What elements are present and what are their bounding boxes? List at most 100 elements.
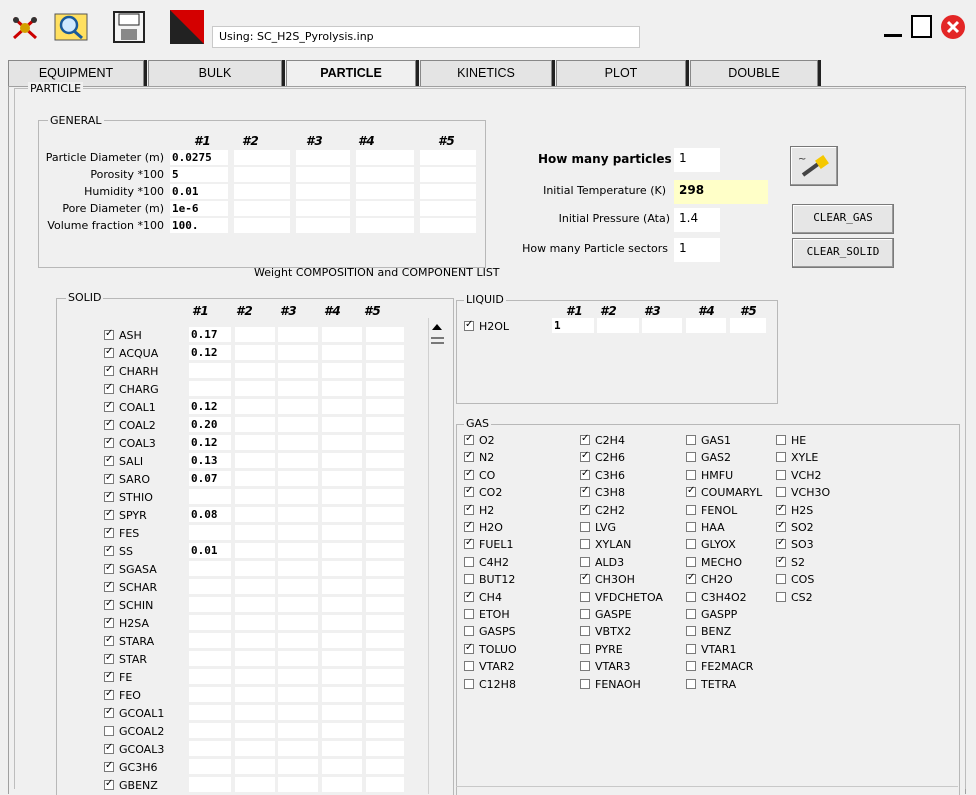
- gas-checkbox[interactable]: H2: [464, 503, 494, 517]
- solid-checkbox[interactable]: ASH: [104, 328, 142, 342]
- gas-checkbox[interactable]: BUT12: [464, 573, 515, 586]
- gas-checkbox[interactable]: SO2: [776, 520, 814, 534]
- general-cell[interactable]: [356, 150, 414, 165]
- solid-cell[interactable]: [366, 507, 404, 522]
- solid-cell[interactable]: [322, 615, 362, 630]
- solid-cell[interactable]: [366, 597, 404, 612]
- checkbox-icon[interactable]: [104, 634, 114, 646]
- checkbox-icon[interactable]: [104, 688, 114, 700]
- gas-checkbox[interactable]: FE2MACR: [686, 660, 753, 673]
- solid-cell[interactable]: [235, 453, 275, 468]
- gas-checkbox[interactable]: VCH2: [776, 469, 821, 482]
- solid-cell[interactable]: [366, 669, 404, 684]
- checkbox-icon[interactable]: [686, 644, 696, 654]
- solid-cell[interactable]: [278, 561, 318, 576]
- solid-cell[interactable]: [235, 633, 275, 648]
- solid-checkbox[interactable]: SCHIN: [104, 598, 153, 612]
- solid-checkbox[interactable]: STHIO: [104, 490, 153, 504]
- gas-checkbox[interactable]: COS: [776, 573, 814, 586]
- checkbox-icon[interactable]: [686, 592, 696, 602]
- solid-cell[interactable]: [366, 471, 404, 486]
- solid-cell[interactable]: [366, 543, 404, 558]
- solid-cell[interactable]: [322, 687, 362, 702]
- solid-cell[interactable]: [235, 759, 275, 774]
- gas-checkbox[interactable]: S2: [776, 555, 805, 569]
- solid-cell[interactable]: [322, 345, 362, 360]
- solid-cell[interactable]: [322, 471, 362, 486]
- solid-checkbox[interactable]: FEO: [104, 688, 141, 702]
- checkbox-icon[interactable]: [580, 609, 590, 619]
- solid-cell[interactable]: [235, 525, 275, 540]
- solid-cell[interactable]: [366, 381, 404, 396]
- tab-bulk[interactable]: BULK: [148, 60, 285, 86]
- solid-cell[interactable]: [366, 453, 404, 468]
- gas-checkbox[interactable]: CH4: [464, 590, 502, 604]
- liquid-value-5[interactable]: [730, 318, 766, 333]
- checkbox-icon[interactable]: [776, 555, 786, 567]
- gas-checkbox[interactable]: H2O: [464, 520, 503, 534]
- gas-checkbox[interactable]: VTAR2: [464, 660, 515, 673]
- gas-checkbox[interactable]: CO2: [464, 485, 502, 499]
- checkbox-icon[interactable]: [104, 508, 114, 520]
- gas-checkbox[interactable]: VTAR1: [686, 643, 737, 656]
- solid-checkbox[interactable]: GCOAL1: [104, 706, 164, 720]
- sectors-input[interactable]: 1: [674, 238, 720, 262]
- checkbox-icon[interactable]: [464, 609, 474, 619]
- general-cell[interactable]: [234, 201, 290, 216]
- gas-checkbox[interactable]: C3H8: [580, 485, 625, 499]
- gas-checkbox[interactable]: GLYOX: [686, 538, 736, 551]
- solid-scrollbar[interactable]: [428, 318, 446, 794]
- solid-cell[interactable]: [235, 327, 275, 342]
- solid-cell[interactable]: [235, 705, 275, 720]
- gas-checkbox[interactable]: ETOH: [464, 608, 510, 621]
- checkbox-icon[interactable]: [580, 503, 590, 515]
- solid-cell[interactable]: [322, 597, 362, 612]
- checkbox-icon[interactable]: [464, 433, 474, 445]
- solid-cell[interactable]: [366, 579, 404, 594]
- checkbox-icon[interactable]: [464, 319, 474, 331]
- general-cell[interactable]: [296, 150, 350, 165]
- gas-checkbox[interactable]: FENAOH: [580, 678, 641, 691]
- solid-cell[interactable]: [322, 705, 362, 720]
- gas-checkbox[interactable]: BENZ: [686, 625, 731, 638]
- gas-checkbox[interactable]: ALD3: [580, 556, 624, 569]
- gas-checkbox[interactable]: C12H8: [464, 678, 516, 691]
- checkbox-icon[interactable]: [464, 557, 474, 567]
- minimize-icon[interactable]: [882, 14, 904, 43]
- checkbox-icon[interactable]: [104, 544, 114, 556]
- solid-cell[interactable]: [235, 669, 275, 684]
- checkbox-icon[interactable]: [580, 522, 590, 532]
- solid-cell[interactable]: [189, 597, 231, 612]
- checkbox-icon[interactable]: [580, 450, 590, 462]
- clear-gas-button[interactable]: CLEAR_GAS: [792, 204, 894, 234]
- gas-checkbox[interactable]: TETRA: [686, 678, 736, 691]
- gas-checkbox[interactable]: C3H4O2: [686, 591, 747, 604]
- checkbox-icon[interactable]: [686, 572, 696, 584]
- solid-cell[interactable]: [189, 633, 231, 648]
- gas-checkbox[interactable]: VTAR3: [580, 660, 631, 673]
- solid-cell[interactable]: [322, 669, 362, 684]
- general-cell[interactable]: [356, 167, 414, 182]
- gas-checkbox[interactable]: C3H6: [580, 468, 625, 482]
- checkbox-icon[interactable]: [580, 661, 590, 671]
- checkbox-icon[interactable]: [104, 454, 114, 466]
- solid-cell[interactable]: [322, 633, 362, 648]
- checkbox-icon[interactable]: [580, 468, 590, 480]
- checkbox-icon[interactable]: [464, 661, 474, 671]
- solid-cell[interactable]: [322, 507, 362, 522]
- checkbox-icon[interactable]: [686, 609, 696, 619]
- checkbox-icon[interactable]: [776, 470, 786, 480]
- gas-checkbox[interactable]: MECHO: [686, 556, 742, 569]
- solid-cell[interactable]: [278, 435, 318, 450]
- checkbox-icon[interactable]: [104, 778, 114, 790]
- solid-cell[interactable]: 0.08: [189, 507, 231, 522]
- checkbox-icon[interactable]: [686, 452, 696, 462]
- solid-checkbox[interactable]: CHARG: [104, 382, 159, 396]
- solid-cell[interactable]: [366, 723, 404, 738]
- solid-cell[interactable]: [235, 579, 275, 594]
- solid-cell[interactable]: [366, 561, 404, 576]
- solid-cell[interactable]: [278, 705, 318, 720]
- checkbox-icon[interactable]: [464, 520, 474, 532]
- checkbox-icon[interactable]: [104, 328, 114, 340]
- checkbox-icon[interactable]: [776, 574, 786, 584]
